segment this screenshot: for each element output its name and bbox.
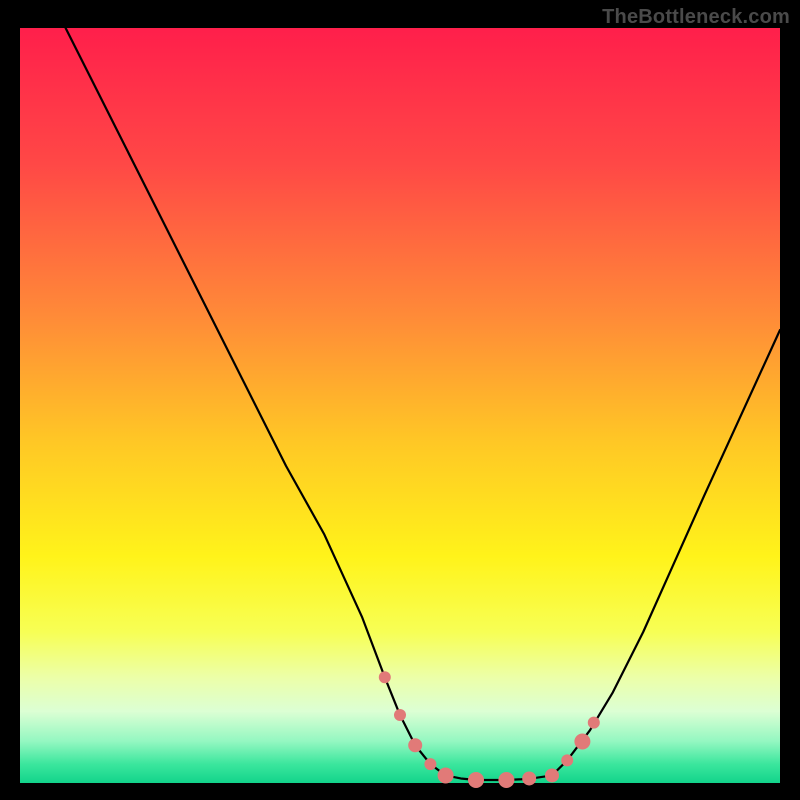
highlight-dot xyxy=(561,754,573,766)
highlight-dot xyxy=(394,709,406,721)
highlight-dot xyxy=(438,767,454,783)
highlight-dot xyxy=(468,772,484,788)
highlight-dot xyxy=(379,671,391,683)
highlight-dot xyxy=(588,717,600,729)
highlight-dot xyxy=(424,758,436,770)
highlight-dot xyxy=(498,772,514,788)
gradient-background xyxy=(20,28,780,783)
highlight-dot xyxy=(574,733,590,749)
chart-frame: TheBottleneck.com xyxy=(0,0,800,800)
highlight-dot xyxy=(522,771,536,785)
highlight-dot xyxy=(408,738,422,752)
bottleneck-chart xyxy=(0,0,800,800)
highlight-dot xyxy=(545,768,559,782)
